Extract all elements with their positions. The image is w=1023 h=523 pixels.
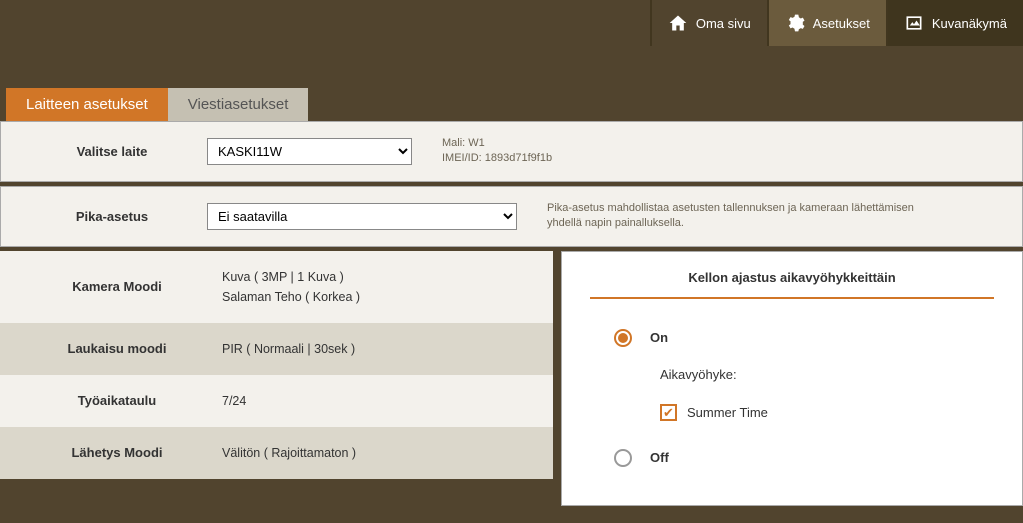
summertime-row[interactable]: ✔ Summer Time — [590, 404, 994, 421]
sub-tabs: Laitteen asetukset Viestiasetukset — [6, 88, 1023, 121]
row-trigger-mode[interactable]: Laukaisu moodi PIR ( Normaali | 30sek ) — [0, 323, 553, 375]
tab-message-settings[interactable]: Viestiasetukset — [168, 88, 309, 121]
home-icon — [668, 13, 688, 33]
nav-home[interactable]: Oma sivu — [650, 0, 767, 46]
radio-on[interactable] — [614, 329, 632, 347]
row-camera-mode[interactable]: Kamera Moodi Kuva ( 3MP | 1 Kuva ) Salam… — [0, 251, 553, 323]
row-send-mode[interactable]: Lähetys Moodi Välitön ( Rajoittamaton ) — [0, 427, 553, 479]
nav-gallery[interactable]: Kuvanäkymä — [886, 0, 1023, 46]
quick-setting-panel: Pika-asetus Ei saatavilla Pika-asetus ma… — [0, 186, 1023, 247]
clock-panel-title: Kellon ajastus aikavyöhykkeittäin — [590, 270, 994, 285]
gear-icon — [785, 13, 805, 33]
radio-off[interactable] — [614, 449, 632, 467]
divider — [590, 297, 994, 299]
nav-gallery-label: Kuvanäkymä — [932, 16, 1007, 31]
top-nav: Oma sivu Asetukset Kuvanäkymä — [0, 0, 1023, 46]
quick-setting-label: Pika-asetus — [17, 209, 207, 224]
radio-on-label: On — [650, 330, 668, 345]
timezone-label: Aikavyöhyke: — [590, 367, 994, 382]
summertime-label: Summer Time — [687, 405, 768, 420]
settings-summary: Kamera Moodi Kuva ( 3MP | 1 Kuva ) Salam… — [0, 251, 553, 506]
nav-settings[interactable]: Asetukset — [767, 0, 886, 46]
device-select-label: Valitse laite — [17, 144, 207, 159]
check-icon: ✔ — [663, 406, 674, 419]
summertime-checkbox[interactable]: ✔ — [660, 404, 677, 421]
tab-device-settings[interactable]: Laitteen asetukset — [6, 88, 168, 121]
row-schedule[interactable]: Työaikataulu 7/24 — [0, 375, 553, 427]
quick-setting-help: Pika-asetus mahdollistaa asetusten talle… — [547, 201, 947, 232]
device-select[interactable]: KASKI11W — [207, 138, 412, 165]
device-meta: Mali: W1 IMEI/ID: 1893d71f9f1b — [442, 136, 552, 167]
clock-panel: Kellon ajastus aikavyöhykkeittäin On Aik… — [561, 251, 1023, 506]
radio-on-row[interactable]: On — [590, 329, 994, 347]
device-select-panel: Valitse laite KASKI11W Mali: W1 IMEI/ID:… — [0, 121, 1023, 182]
nav-settings-label: Asetukset — [813, 16, 870, 31]
radio-off-row[interactable]: Off — [590, 449, 994, 467]
radio-off-label: Off — [650, 450, 669, 465]
quick-setting-select[interactable]: Ei saatavilla — [207, 203, 517, 230]
nav-home-label: Oma sivu — [696, 16, 751, 31]
image-icon — [904, 13, 924, 33]
